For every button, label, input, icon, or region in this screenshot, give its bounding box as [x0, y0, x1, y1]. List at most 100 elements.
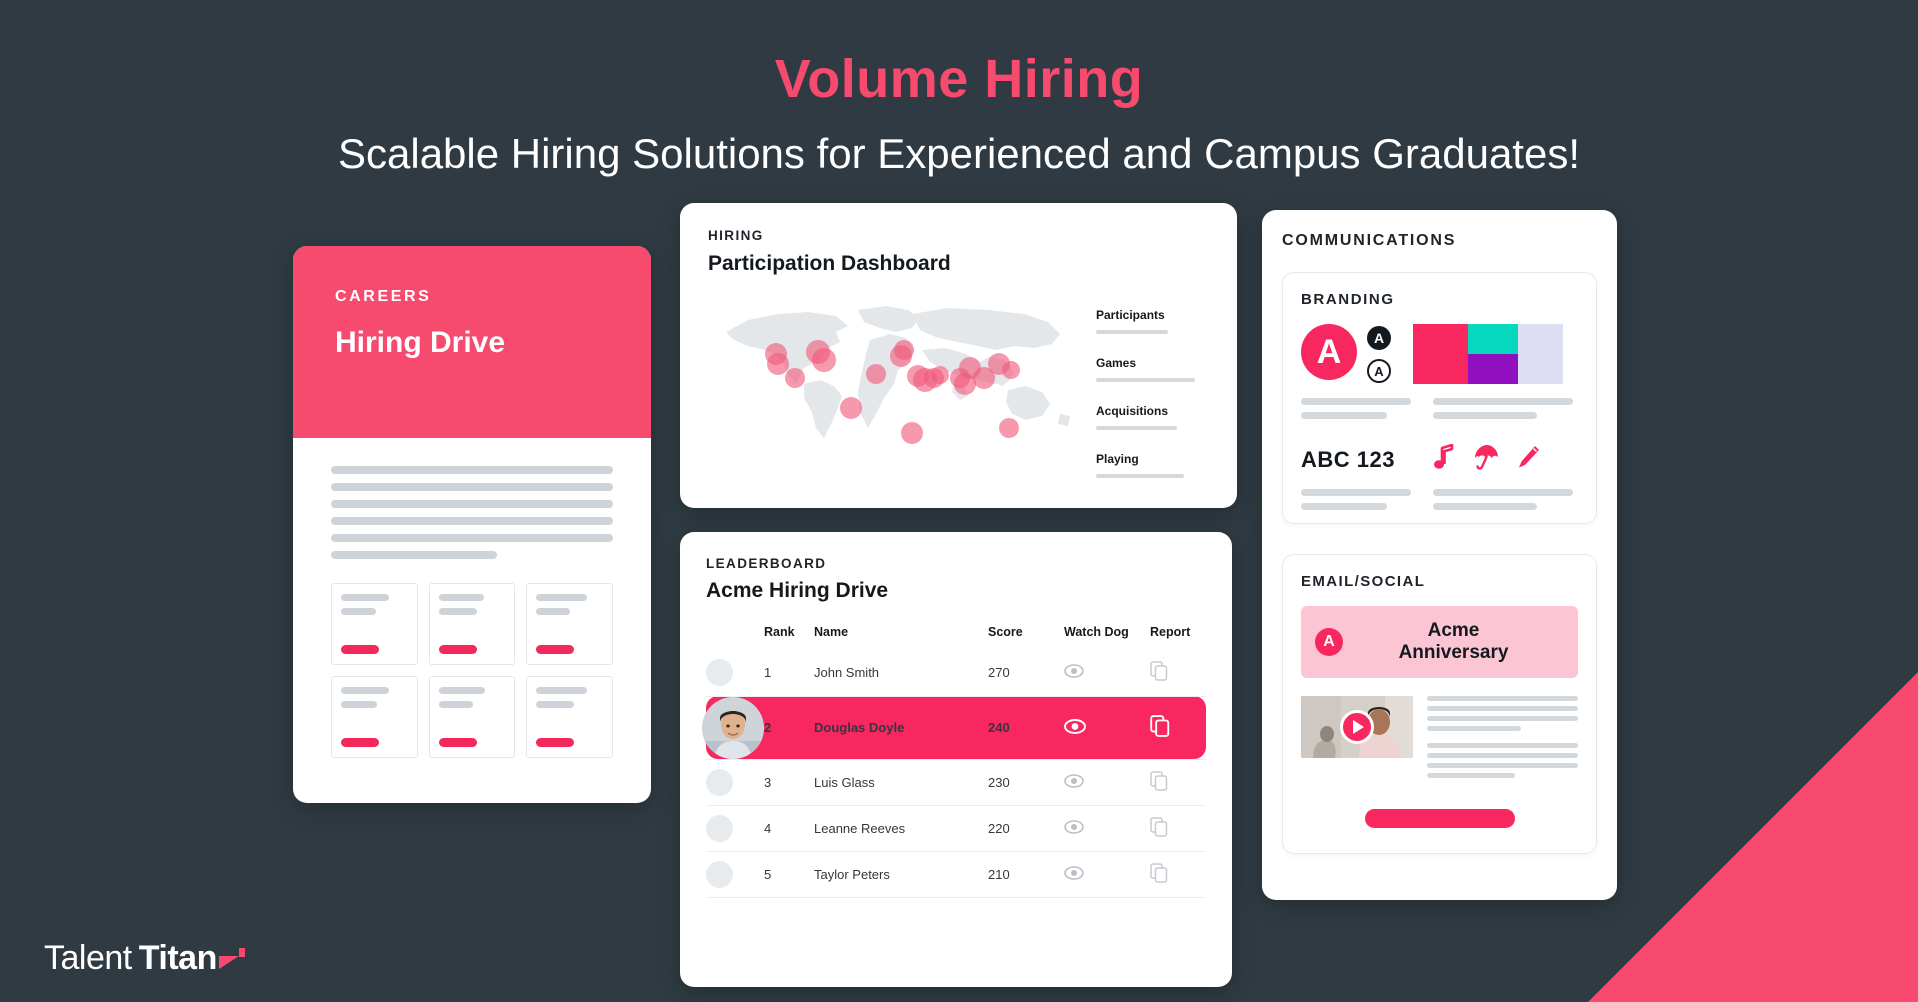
- table-row[interactable]: 4 Leanne Reeves 220: [706, 805, 1206, 852]
- eye-icon[interactable]: [1064, 819, 1084, 837]
- brand-badge-filled: A: [1367, 326, 1391, 350]
- careers-tile-grid: [331, 583, 613, 758]
- leaderboard-table: Rank Name Score Watch Dog Report 1 John …: [702, 625, 1206, 898]
- umbrella-icon: [1473, 444, 1499, 475]
- music-note-icon: [1433, 443, 1455, 475]
- pencil-icon: [1517, 444, 1541, 475]
- row-name: John Smith: [814, 650, 988, 697]
- branding-section: BRANDING A A A ABC 123: [1282, 272, 1597, 524]
- copy-icon[interactable]: [1150, 770, 1168, 794]
- dashboard-header: HIRING Participation Dashboard: [708, 228, 1209, 276]
- tile-action-button[interactable]: [536, 645, 575, 654]
- eye-icon[interactable]: [1064, 865, 1084, 883]
- row-report-cell[interactable]: [1150, 696, 1206, 760]
- email-banner-logo: A: [1315, 628, 1343, 656]
- col-report[interactable]: Report: [1150, 625, 1206, 650]
- copy-icon[interactable]: [1150, 862, 1168, 886]
- row-report-cell[interactable]: [1150, 805, 1206, 852]
- row-watch-dog-cell[interactable]: [1064, 851, 1150, 898]
- col-rank[interactable]: Rank: [764, 625, 814, 650]
- corner-accent-triangle: [1588, 672, 1918, 1002]
- table-row[interactable]: 5 Taylor Peters 210: [706, 851, 1206, 898]
- page-title: Volume Hiring: [774, 49, 1144, 109]
- email-cta-button[interactable]: [1364, 809, 1515, 828]
- play-button-icon[interactable]: [1340, 710, 1374, 744]
- row-score: 220: [988, 805, 1064, 852]
- row-rank: 3: [764, 759, 814, 806]
- row-report-cell[interactable]: [1150, 851, 1206, 898]
- copy-icon[interactable]: [1150, 661, 1168, 684]
- branding-assets-row: A A A: [1301, 324, 1578, 384]
- row-name: Luis Glass: [814, 759, 988, 806]
- row-name: Taylor Peters: [814, 851, 988, 898]
- row-watch-dog-cell[interactable]: [1064, 759, 1150, 806]
- legend-label: Acquisitions: [1096, 404, 1169, 418]
- copy-icon[interactable]: [1150, 715, 1170, 740]
- video-thumbnail[interactable]: [1301, 696, 1413, 758]
- row-rank: 1: [764, 650, 814, 697]
- row-avatar-cell: [706, 650, 764, 697]
- row-watch-dog-cell[interactable]: [1064, 805, 1150, 852]
- col-avatar: [706, 625, 764, 650]
- row-avatar-cell: [706, 759, 764, 806]
- careers-tile[interactable]: [526, 676, 613, 758]
- leaderboard-eyebrow: LEADERBOARD: [706, 556, 827, 571]
- legend-item-playing: Playing: [1096, 452, 1209, 478]
- row-score: 230: [988, 759, 1064, 806]
- eye-icon[interactable]: [1064, 718, 1086, 737]
- email-banner[interactable]: A Acme Anniversary: [1301, 606, 1578, 678]
- email-social-section: EMAIL/SOCIAL A Acme Anniversary: [1282, 554, 1597, 854]
- careers-tile[interactable]: [428, 583, 516, 665]
- leaderboard-card: LEADERBOARD Acme Hiring Drive Rank Name …: [680, 532, 1232, 987]
- email-banner-line1: Acme: [1427, 620, 1480, 642]
- eye-icon[interactable]: [1064, 773, 1084, 791]
- swatch-pink: [1413, 324, 1468, 384]
- row-rank: 5: [764, 851, 814, 898]
- legend-bar: [1096, 426, 1178, 430]
- row-watch-dog-cell[interactable]: [1064, 650, 1150, 697]
- col-name[interactable]: Name: [814, 625, 988, 650]
- avatar: [706, 860, 733, 888]
- table-row-highlighted[interactable]: 2 Douglas Doyle 240: [702, 696, 1206, 760]
- brand-badge-outline: A: [1367, 359, 1391, 383]
- branding-caption-lines-1: [1301, 398, 1578, 426]
- participation-dashboard-card: HIRING Participation Dashboard Participa…: [680, 203, 1237, 508]
- dashboard-eyebrow: HIRING: [708, 228, 764, 243]
- dashboard-body: Participants Games Acquisitions Playing: [708, 288, 1209, 500]
- col-score[interactable]: Score: [988, 625, 1064, 650]
- legend-bar: [1096, 330, 1169, 334]
- table-row[interactable]: 3 Luis Glass 230: [706, 759, 1206, 806]
- leaderboard-title: Acme Hiring Drive: [706, 579, 889, 602]
- row-report-cell[interactable]: [1150, 759, 1206, 806]
- row-score: 240: [988, 696, 1064, 760]
- swatch-lavender: [1518, 324, 1563, 384]
- tile-action-button[interactable]: [341, 738, 379, 747]
- careers-tile[interactable]: [526, 583, 613, 665]
- legend-item-acquisitions: Acquisitions: [1096, 404, 1209, 430]
- tile-action-button[interactable]: [341, 645, 379, 654]
- row-watch-dog-cell[interactable]: [1064, 696, 1150, 760]
- careers-tile[interactable]: [428, 676, 516, 758]
- careers-title: Hiring Drive: [335, 326, 506, 359]
- flag-icon: [218, 948, 245, 978]
- tile-action-button[interactable]: [536, 738, 575, 747]
- page-subtitle: Scalable Hiring Solutions for Experience…: [337, 130, 1580, 177]
- row-score: 210: [988, 851, 1064, 898]
- avatar-photo: [702, 696, 764, 759]
- logo-text-titan: Titan: [138, 939, 218, 977]
- careers-tile[interactable]: [331, 583, 418, 665]
- tile-action-button[interactable]: [438, 645, 477, 654]
- avatar: [706, 814, 733, 842]
- copy-icon[interactable]: [1150, 816, 1168, 840]
- legend-label: Playing: [1096, 452, 1139, 466]
- col-watch-dog[interactable]: Watch Dog: [1064, 625, 1150, 650]
- row-rank: 2: [764, 696, 814, 760]
- table-row[interactable]: 1 John Smith 270: [706, 650, 1206, 697]
- row-report-cell[interactable]: [1150, 650, 1206, 697]
- email-social-eyebrow: EMAIL/SOCIAL: [1301, 573, 1426, 590]
- dashboard-legend: Participants Games Acquisitions Playing: [1096, 288, 1209, 500]
- careers-tile[interactable]: [331, 676, 418, 758]
- tile-action-button[interactable]: [438, 738, 477, 747]
- row-rank: 4: [764, 805, 814, 852]
- eye-icon[interactable]: [1064, 664, 1084, 681]
